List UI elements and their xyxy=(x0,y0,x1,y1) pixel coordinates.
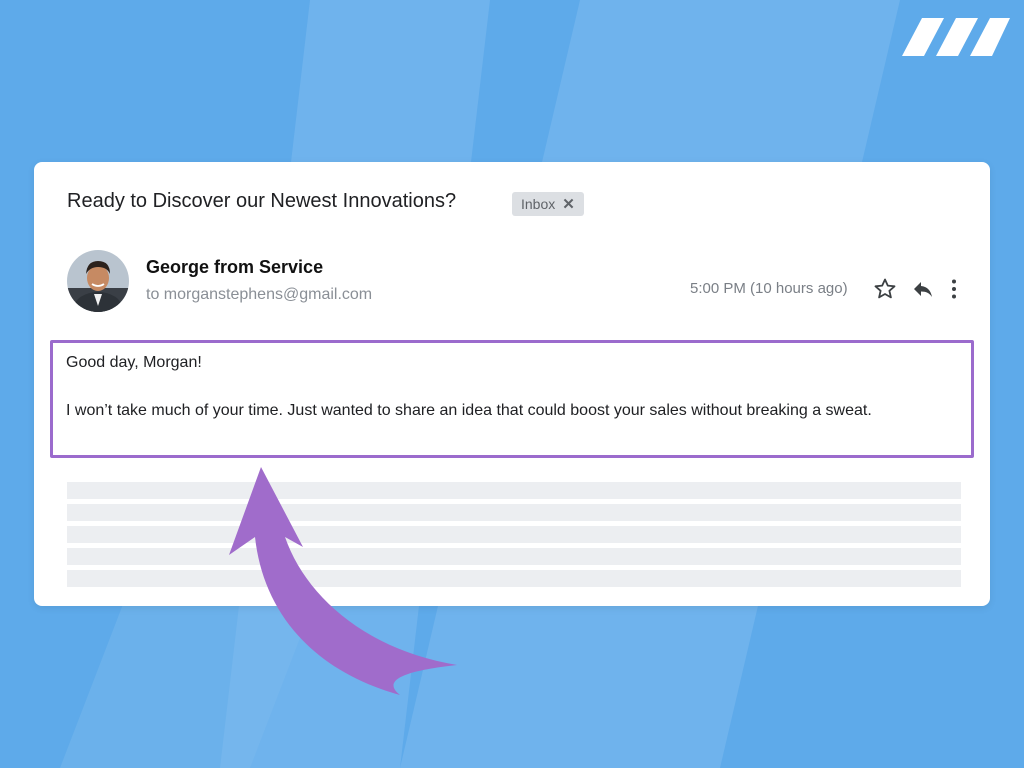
email-card: Ready to Discover our Newest Innovations… xyxy=(34,162,990,606)
star-icon[interactable] xyxy=(872,276,898,302)
brand-logo xyxy=(902,18,1010,56)
sender-name: George from Service xyxy=(146,257,324,277)
close-icon[interactable]: ✕ xyxy=(562,195,575,213)
placeholder-line xyxy=(67,570,961,587)
inbox-label-text: Inbox xyxy=(521,196,556,212)
placeholder-line xyxy=(67,548,961,565)
email-subject: Ready to Discover our Newest Innovations… xyxy=(67,190,457,212)
placeholder-line xyxy=(67,482,961,499)
placeholder-line xyxy=(67,526,961,543)
reply-icon[interactable] xyxy=(910,276,936,302)
curved-arrow-icon xyxy=(229,467,457,695)
placeholder-line xyxy=(67,504,961,521)
email-greeting: Good day, Morgan! xyxy=(66,354,202,371)
avatar xyxy=(67,250,129,312)
more-vertical-icon[interactable] xyxy=(941,276,967,302)
inbox-label-badge[interactable]: Inbox ✕ xyxy=(512,192,584,216)
email-timestamp: 5:00 PM (10 hours ago) xyxy=(690,280,848,297)
recipient-address: to morganstephens@gmail.com xyxy=(146,286,373,303)
email-body: Good day, Morgan! I won’t take much of y… xyxy=(66,351,956,423)
email-paragraph: I won’t take much of your time. Just wan… xyxy=(66,402,872,419)
